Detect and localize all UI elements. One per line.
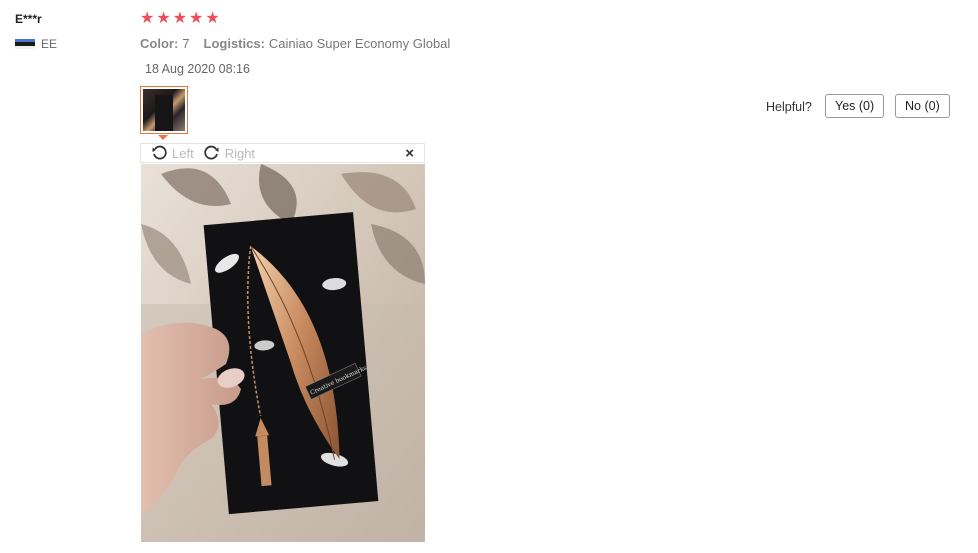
reviewer-name: E***r [15,12,42,26]
star-icon: ★ [205,10,220,27]
rotate-left-icon [152,145,167,160]
close-viewer-button[interactable]: × [405,144,414,164]
country-code: EE [41,37,58,51]
rotate-right-button[interactable]: Right [204,145,255,161]
logistics-value: Cainiao Super Economy Global [268,36,451,51]
review-meta: Color: 7 Logistics: Cainiao Super Econom… [140,36,450,51]
star-icon: ★ [189,10,204,27]
helpful-no-button[interactable]: No (0) [895,94,950,118]
logistics-label: Logistics: [203,36,265,51]
rating-stars: ★ ★ ★ ★ ★ [140,10,220,28]
review-photo: Creative bookmarks [141,164,425,542]
review-date: 18 Aug 2020 08:16 [145,62,250,76]
thumbnail-pointer [158,135,168,140]
review-photo-thumbnail[interactable] [140,86,188,134]
helpful-yes-button[interactable]: Yes (0) [825,94,885,118]
color-label: Color: [140,36,179,51]
photo-viewer-toolbar: Left Right × [140,143,425,163]
star-icon: ★ [172,10,188,27]
star-icon: ★ [156,10,171,27]
rotate-right-label: Right [224,145,256,161]
rotate-left-label: Left [172,145,194,161]
thumbnail-image [143,89,185,131]
rotate-right-icon [204,145,219,160]
helpful-label: Helpful? [766,100,812,114]
reviewer-country: EE [15,37,57,51]
rotate-left-button[interactable]: Left [151,145,194,161]
color-value: 7 [182,36,190,51]
photo-bookmark-image: Creative bookmarks [141,164,425,542]
star-icon: ★ [140,10,155,27]
estonia-flag-icon [15,39,35,49]
